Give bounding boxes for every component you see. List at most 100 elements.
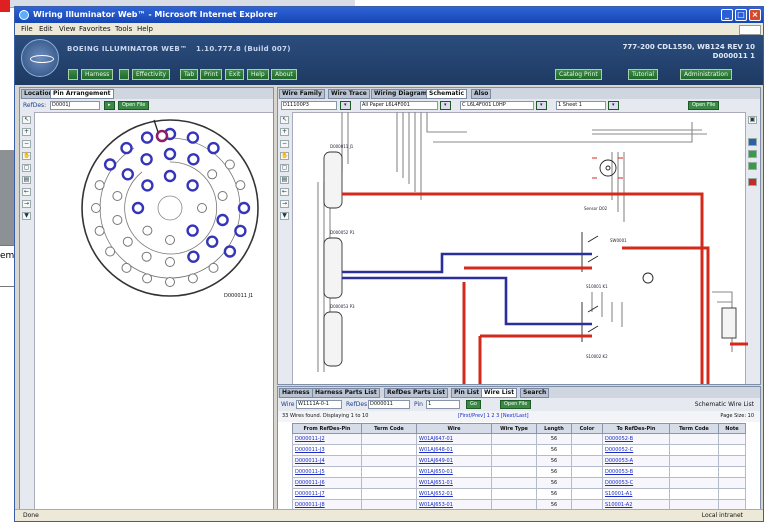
connector-pin[interactable] [122, 236, 133, 247]
refdes-select[interactable]: D0001J [50, 101, 100, 110]
back-arrow-icon[interactable]: ← [22, 188, 31, 196]
filter-select-4[interactable]: 1 Sheet 1 [556, 101, 606, 110]
selected-pin[interactable] [155, 129, 169, 143]
printer-icon[interactable]: ▣ [748, 116, 757, 124]
connector-pin[interactable] [120, 141, 133, 155]
nav-administration[interactable]: Administration [680, 69, 732, 80]
connector-pin[interactable] [112, 191, 123, 201]
nav-catalog-print[interactable]: Catalog Print [555, 69, 602, 80]
nav-effectivity[interactable]: Effectivity [132, 69, 171, 80]
tab-harness[interactable]: Harness [279, 388, 313, 398]
page-size[interactable]: Page Size: 10 [720, 411, 754, 422]
col-from-refdes[interactable]: From RefDes-Pin [292, 423, 362, 434]
table-cell[interactable]: W01AJ649-01 [416, 455, 492, 467]
globe-icon[interactable] [748, 138, 757, 146]
filter-select-3[interactable]: C L6L4F001 L0HP [460, 101, 534, 110]
fit-icon[interactable]: ▢ [22, 164, 31, 172]
connector-pin[interactable] [163, 147, 177, 161]
print-icon[interactable]: ▤ [280, 176, 289, 184]
filter-select-2[interactable]: All Paper L6L4F001 [360, 101, 438, 110]
tab-schematic[interactable]: Schematic [426, 89, 468, 99]
pagination[interactable]: [First/Prev] 1 2 3 [Next/Last] [458, 411, 529, 422]
close-icon[interactable]: × [749, 9, 761, 21]
wire-open-file-button[interactable]: Open File [500, 400, 532, 409]
print-icon[interactable]: ▤ [22, 176, 31, 184]
nav-square-button-2[interactable] [119, 69, 129, 80]
tab-wire-trace[interactable]: Wire Trace [328, 89, 370, 99]
col-to-refdes[interactable]: To RefDes-Pin [602, 423, 670, 434]
col-color[interactable]: Color [571, 423, 603, 434]
back-arrow-icon[interactable]: ← [280, 188, 289, 196]
connector-pin[interactable] [91, 203, 101, 213]
wire-select[interactable]: W1111A-0-1 [296, 400, 342, 409]
connector-pin[interactable] [163, 169, 177, 183]
menu-edit[interactable]: Edit [39, 25, 53, 33]
col-wire-type[interactable]: Wire Type [491, 423, 537, 434]
bookmark-icon[interactable]: ▼ [280, 212, 289, 220]
sort-4-button[interactable]: ▾ [608, 101, 619, 110]
table-cell[interactable]: D000053-C [602, 477, 670, 489]
table-row[interactable]: D000011-J7 W01AJ652-01 56 S10001-A1 [292, 488, 746, 500]
filter-select-1[interactable]: D11100P3 [281, 101, 337, 110]
connector-pin[interactable] [165, 235, 175, 245]
zoom-in-icon[interactable]: + [22, 128, 31, 136]
table-cell[interactable]: D000011-J2 [292, 433, 362, 445]
table-row[interactable]: D000011-J2 W01AJ647-01 56 D000052-B [292, 433, 746, 445]
tab-pin-arrangement[interactable]: Pin Arrangement [50, 89, 114, 99]
connector-pin[interactable] [141, 179, 154, 192]
minimize-icon[interactable]: _ [721, 9, 733, 21]
tab-search[interactable]: Search [520, 388, 550, 398]
go-button[interactable]: Go [466, 400, 481, 409]
table-cell[interactable]: W01AJ650-01 [416, 466, 492, 478]
highlight-green-2-icon[interactable] [748, 162, 757, 170]
table-cell[interactable]: D000011-J4 [292, 455, 362, 467]
connector-pin[interactable] [187, 153, 200, 166]
connector-pin[interactable] [142, 225, 153, 236]
connector-pin[interactable] [208, 262, 219, 273]
forward-arrow-icon[interactable]: → [280, 200, 289, 208]
connector-pin[interactable] [217, 191, 228, 201]
menu-favorites[interactable]: Favorites [79, 25, 111, 33]
select-tool-icon[interactable]: ↖ [280, 116, 289, 124]
connector-pin[interactable] [237, 201, 251, 215]
connector-pin[interactable] [207, 169, 218, 180]
sort-3-button[interactable]: ▾ [536, 101, 547, 110]
connector-pin[interactable] [140, 153, 153, 166]
connector-pin[interactable] [186, 224, 199, 237]
maximize-icon[interactable]: □ [735, 9, 747, 21]
connector-pin[interactable] [142, 273, 153, 284]
nav-help[interactable]: Help [247, 69, 269, 80]
nav-about[interactable]: About [271, 69, 297, 80]
connector-pin[interactable] [186, 179, 199, 192]
table-cell[interactable]: S10001-A1 [602, 488, 670, 500]
bookmark-icon[interactable]: ▼ [22, 212, 31, 220]
connector-pin[interactable] [131, 201, 145, 215]
nav-print[interactable]: Print [200, 69, 222, 80]
table-cell[interactable]: D000052-C [602, 444, 670, 456]
connector-pin[interactable] [187, 273, 198, 284]
table-cell[interactable]: W01AJ652-01 [416, 488, 492, 500]
connector-pin[interactable] [187, 250, 200, 263]
connector-pin[interactable] [94, 225, 105, 236]
schematic-open-file-button[interactable]: Open File [688, 101, 720, 110]
connector-pin[interactable] [235, 180, 246, 191]
tab-harness-parts-list[interactable]: Harness Parts List [312, 388, 380, 398]
menu-file[interactable]: File [21, 25, 33, 33]
nav-tab[interactable]: Tab [180, 69, 199, 80]
col-wire[interactable]: Wire [416, 423, 492, 434]
connector-pin[interactable] [216, 213, 229, 227]
pan-icon[interactable]: ✋ [22, 152, 31, 160]
connector-pin[interactable] [121, 262, 132, 273]
connector-pin[interactable] [121, 168, 135, 181]
refdes-select[interactable]: D000011 [368, 400, 410, 409]
table-cell[interactable]: D000053-A [602, 455, 670, 467]
sort-1-button[interactable]: ▾ [340, 101, 351, 110]
zoom-in-icon[interactable]: + [280, 128, 289, 136]
nav-exit[interactable]: Exit [225, 69, 245, 80]
connector-pin[interactable] [165, 277, 175, 287]
menu-view[interactable]: View [59, 25, 76, 33]
table-row[interactable]: D000011-J3 W01AJ648-01 56 D000052-C [292, 444, 746, 456]
connector-pin[interactable] [234, 224, 247, 238]
col-term-code-2[interactable]: Term Code [669, 423, 719, 434]
tab-pin-list[interactable]: Pin List [451, 388, 483, 398]
